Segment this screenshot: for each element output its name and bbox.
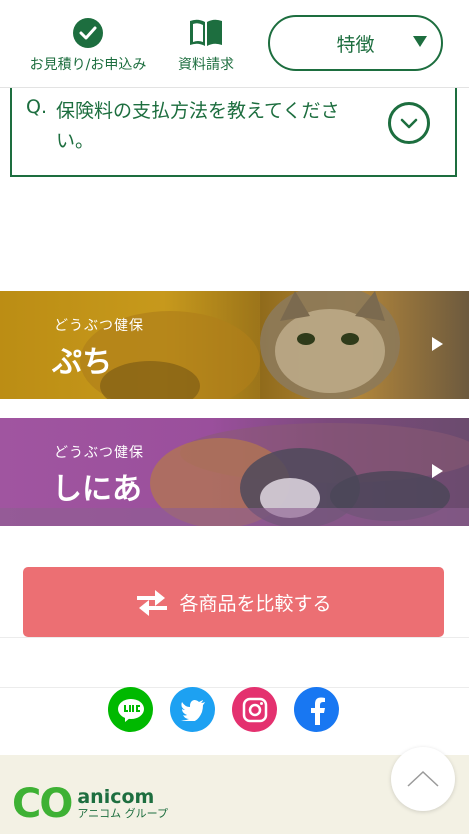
check-icon: [73, 18, 103, 48]
caret-down-icon: [413, 36, 427, 47]
banner-shinia-title: しにあ: [52, 472, 142, 507]
banner-puchi-title: ぷち: [52, 345, 113, 380]
instagram-icon[interactable]: [232, 687, 277, 732]
quote-apply-label: お見積り/お申込み: [29, 57, 147, 73]
quote-apply-button[interactable]: お見積り/お申込み: [22, 18, 154, 74]
logo-brand: anicom: [77, 786, 155, 808]
swap-arrows-icon: [137, 590, 168, 616]
twitter-icon[interactable]: [170, 687, 215, 732]
line-icon[interactable]: [108, 687, 153, 732]
book-icon: [190, 19, 222, 46]
play-icon: [432, 464, 443, 478]
request-docs-label: 資料請求: [178, 57, 234, 73]
site-header: お見積り/お申込み 資料請求 特徴: [0, 0, 469, 88]
logo-sub: アニコム グループ: [77, 807, 168, 820]
back-to-top-button[interactable]: [391, 747, 455, 811]
banner-shinia-subtitle: どうぶつ健保: [54, 445, 144, 461]
chevron-up-icon: [407, 770, 439, 787]
play-icon: [432, 337, 443, 351]
facebook-icon[interactable]: [294, 687, 339, 732]
faq-q-prefix: Q.: [26, 96, 47, 118]
chevron-down-icon[interactable]: [388, 102, 430, 144]
features-dropdown[interactable]: 特徴: [268, 15, 443, 71]
faq-item[interactable]: Q. 保険料の支払方法を教えてください。: [10, 88, 457, 177]
anicom-logo[interactable]: CO anicom アニコム グループ: [12, 781, 168, 827]
divider: [0, 637, 469, 638]
compare-products-button[interactable]: 各商品を比較する: [23, 567, 444, 637]
faq-question: 保険料の支払方法を教えてください。: [56, 100, 340, 152]
banner-puchi[interactable]: どうぶつ健保 ぷち: [0, 291, 469, 399]
banner-puchi-subtitle: どうぶつ健保: [54, 318, 144, 334]
banner-shinia[interactable]: どうぶつ健保 しにあ: [0, 418, 469, 526]
features-dropdown-label: 特徴: [336, 33, 375, 56]
compare-products-label: 各商品を比較する: [179, 592, 332, 615]
logo-mark: CO: [12, 781, 73, 827]
social-links: [108, 687, 339, 732]
request-docs-button[interactable]: 資料請求: [170, 18, 242, 74]
